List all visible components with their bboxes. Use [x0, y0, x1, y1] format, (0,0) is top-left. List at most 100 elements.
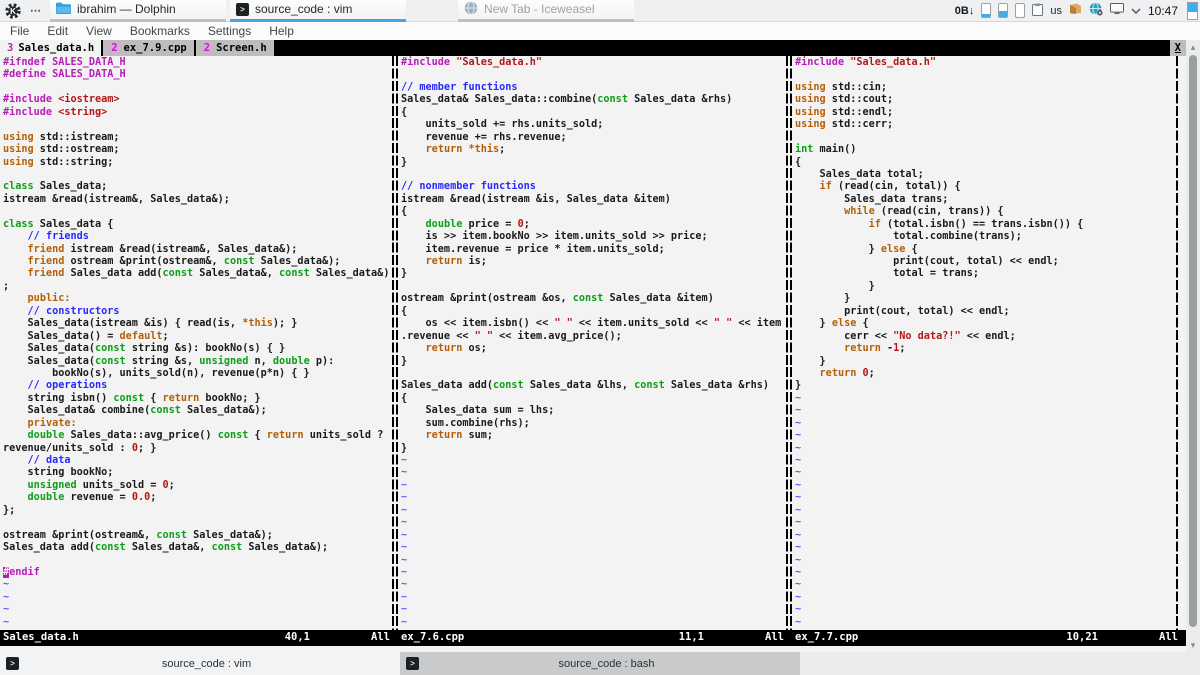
code-line: ~	[401, 530, 786, 542]
desktop: { "panel": { "overflow_dots": "⋯", "task…	[0, 0, 1200, 675]
code-line: if (read(cin, total)) {	[795, 181, 1176, 193]
menu-bookmarks[interactable]: Bookmarks	[121, 24, 199, 38]
code-line: ostream &print(ostream &os, const Sales_…	[401, 293, 786, 305]
task-label: ibrahim — Dolphin	[77, 2, 176, 16]
keyboard-layout[interactable]: us	[1050, 5, 1062, 17]
vim-window-ex-7-6-cpp[interactable]: #include "Sales_data.h" // member functi…	[398, 56, 786, 630]
code-line: ~	[795, 567, 1176, 579]
down-arrow-icon: ↓	[969, 5, 975, 17]
plasma-panel: K ⋯ ibrahim — Dolphin > source_code : vi…	[0, 0, 1200, 22]
taskbutton-dolphin[interactable]: ibrahim — Dolphin	[50, 0, 226, 22]
panel-overflow-icon[interactable]: ⋯	[30, 4, 42, 17]
iceweasel-icon	[464, 1, 478, 18]
code-line: ~	[401, 542, 786, 554]
status-filename: ex_7.7.cpp	[795, 631, 858, 643]
code-line: public:	[3, 293, 392, 305]
scroll-down-icon[interactable]: ▾	[1186, 640, 1200, 650]
statusline-sales-data-h: Sales_data.h 40,1 All	[0, 630, 398, 646]
code-line: {	[401, 306, 786, 318]
status-cursor-position: 10,21	[1066, 631, 1098, 643]
menu-view[interactable]: View	[77, 24, 121, 38]
panel-edge-widget[interactable]	[1187, 2, 1198, 20]
code-line: {	[401, 393, 786, 405]
code-line: ~	[401, 480, 786, 492]
code-line: return os;	[401, 343, 786, 355]
clock[interactable]: 10:47	[1148, 4, 1178, 18]
code-line: total.combine(trans);	[795, 231, 1176, 243]
code-line: double revenue = 0.0;	[3, 492, 392, 504]
vim-tab-screen-h[interactable]: 2Screen.h	[196, 40, 274, 56]
code-line: ~	[795, 418, 1176, 430]
taskbutton-konsole[interactable]: > source_code : vim	[230, 0, 406, 22]
vim-tab-ex-7-9-cpp[interactable]: 2ex_7.9.cpp	[103, 40, 194, 56]
code-line: ~	[401, 555, 786, 567]
vim-tab-label: Sales_data.h	[18, 42, 94, 54]
network-speed[interactable]: 0B↓	[955, 5, 975, 17]
code-line: }	[795, 380, 1176, 392]
code-line: cerr << "No data?!" << endl;	[795, 331, 1176, 343]
code-line: class Sales_data {	[3, 219, 392, 231]
code-line: ~	[401, 592, 786, 604]
taskbutton-iceweasel[interactable]: New Tab - Iceweasel	[458, 0, 634, 22]
code-line: units_sold += rhs.units_sold;	[401, 119, 786, 131]
code-line: ~	[401, 604, 786, 616]
code-line: } else {	[795, 318, 1176, 330]
code-line: }	[795, 356, 1176, 368]
code-line: } else {	[795, 244, 1176, 256]
code-line: ~	[401, 492, 786, 504]
vim-tab-close-button[interactable]: X	[1170, 40, 1186, 56]
code-line: string isbn() const { return bookNo; }	[3, 393, 392, 405]
code-line: ~	[401, 467, 786, 479]
code-line: ~	[3, 617, 392, 629]
network-globe-icon[interactable]	[1089, 2, 1103, 19]
tray-widget-icon[interactable]	[998, 3, 1008, 18]
code-line	[795, 132, 1176, 144]
code-line: ~	[795, 604, 1176, 616]
vim-window-ex-7-7-cpp[interactable]: #include "Sales_data.h" using std::cin;u…	[792, 56, 1176, 630]
status-scroll-indicator: All	[371, 631, 390, 643]
buffer-count: 3	[7, 42, 13, 54]
konsole-tab-bash[interactable]: > source_code : bash	[400, 652, 800, 675]
menu-settings[interactable]: Settings	[199, 24, 260, 38]
clipboard-icon[interactable]	[1032, 3, 1043, 19]
code-line: #define SALES_DATA_H	[3, 69, 392, 81]
code-line: Sales_data sum = lhs;	[401, 405, 786, 417]
kde-launcher-icon[interactable]: K	[4, 2, 22, 20]
code-line: Sales_data(const string &s): bookNo(s) {…	[3, 343, 392, 355]
vim-tab-sales-data-h[interactable]: 3 Sales_data.h	[0, 40, 101, 56]
code-line: #ifndef SALES_DATA_H	[3, 57, 392, 69]
menu-help[interactable]: Help	[260, 24, 303, 38]
terminal-viewport[interactable]: #ifndef SALES_DATA_H#define SALES_DATA_H…	[0, 56, 1186, 630]
code-line: double price = 0;	[401, 219, 786, 231]
code-line: {	[401, 206, 786, 218]
konsole-menubar: FileEditViewBookmarksSettingsHelp	[0, 22, 1200, 40]
code-line: ~	[401, 617, 786, 629]
menu-file[interactable]: File	[0, 24, 38, 38]
notes-icon[interactable]	[1069, 3, 1082, 18]
code-line: istream &read(istream&, Sales_data&);	[3, 194, 392, 206]
display-icon[interactable]	[1110, 3, 1124, 18]
code-line: }	[795, 293, 1176, 305]
code-line	[3, 82, 392, 94]
tray-expander-icon[interactable]	[1131, 5, 1141, 17]
vim-window-sales-data-h[interactable]: #ifndef SALES_DATA_H#define SALES_DATA_H…	[0, 56, 392, 630]
code-line	[3, 119, 392, 131]
code-line	[3, 206, 392, 218]
konsole-icon: >	[6, 657, 19, 670]
code-line: bookNo(s), units_sold(n), revenue(p*n) {…	[3, 368, 392, 380]
code-line: ~	[795, 530, 1176, 542]
tray-widget-icon[interactable]	[1015, 3, 1025, 18]
code-line: ~	[795, 455, 1176, 467]
tray-widget-icon[interactable]	[981, 3, 991, 18]
code-line: #include <string>	[3, 107, 392, 119]
konsole-tab-vim[interactable]: > source_code : vim	[0, 652, 400, 675]
terminal-scrollbar[interactable]: ▴ ▾	[1186, 40, 1200, 652]
scroll-up-icon[interactable]: ▴	[1186, 42, 1200, 52]
menu-edit[interactable]: Edit	[38, 24, 77, 38]
code-line: ~	[401, 455, 786, 467]
vim-tab-label: Screen.h	[216, 42, 267, 54]
konsole-icon: >	[236, 3, 249, 16]
scrollbar-thumb[interactable]	[1189, 55, 1197, 627]
code-line: Sales_data() = default;	[3, 331, 392, 343]
code-line: #include "Sales_data.h"	[401, 57, 786, 69]
